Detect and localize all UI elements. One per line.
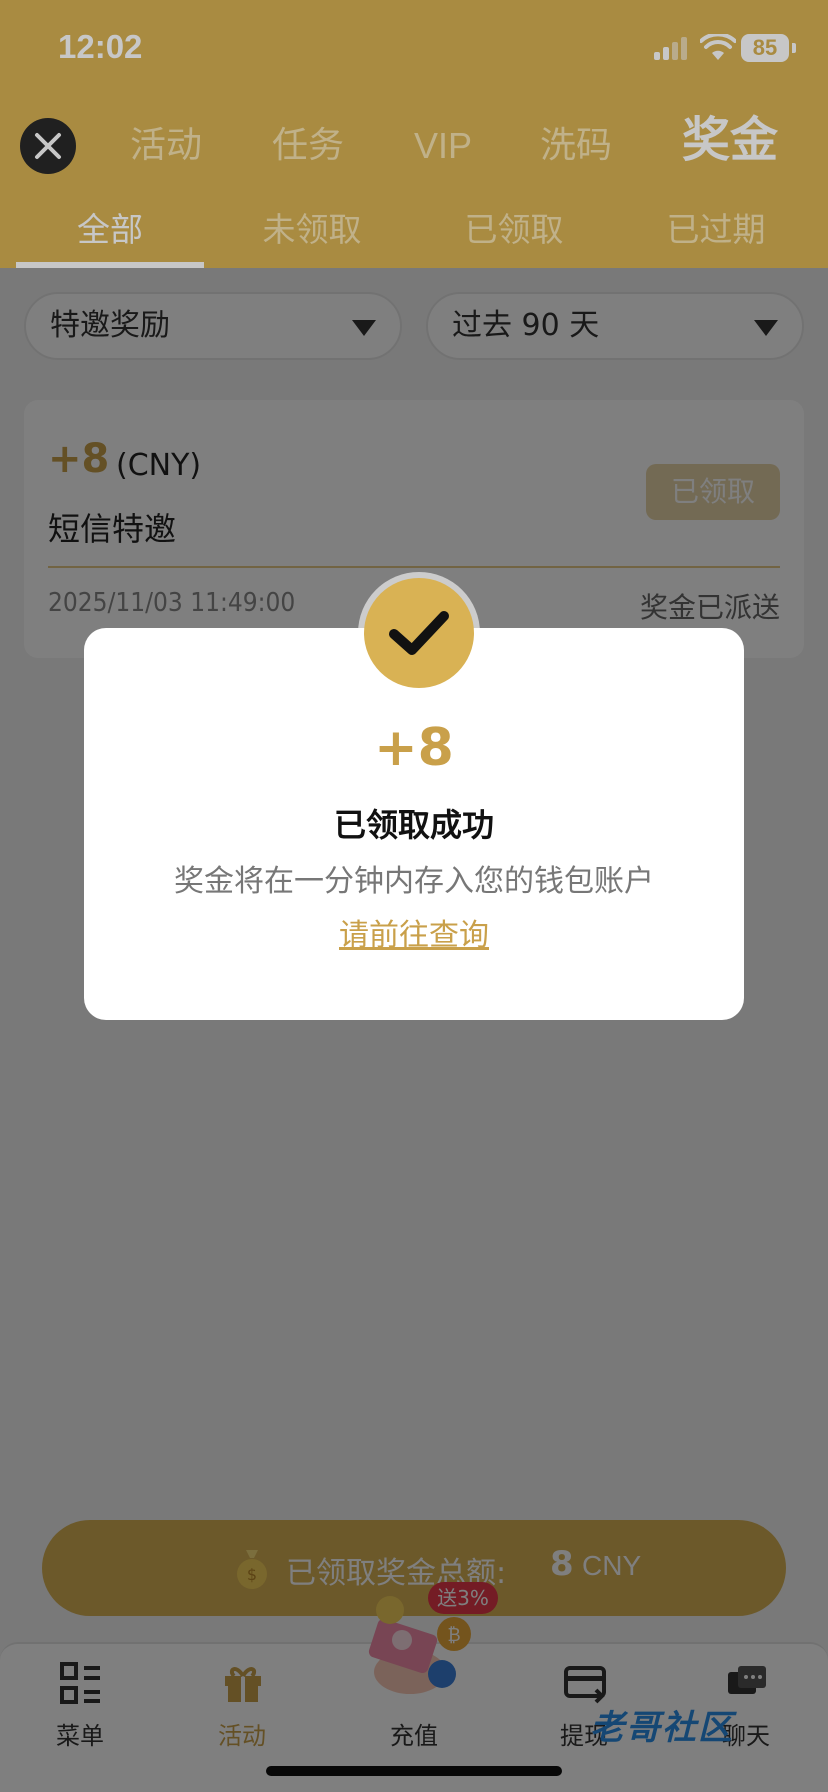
success-check-badge — [364, 578, 474, 688]
modal-backdrop-top — [0, 0, 828, 268]
modal-amount: +8 — [374, 718, 454, 778]
modal-backdrop[interactable] — [0, 268, 828, 1792]
checkmark-icon — [389, 611, 449, 655]
view-wallet-link[interactable]: 请前往查询 — [84, 910, 744, 954]
modal-description: 奖金将在一分钟内存入您的钱包账户 — [174, 864, 654, 899]
modal-title: 已领取成功 — [333, 806, 494, 844]
